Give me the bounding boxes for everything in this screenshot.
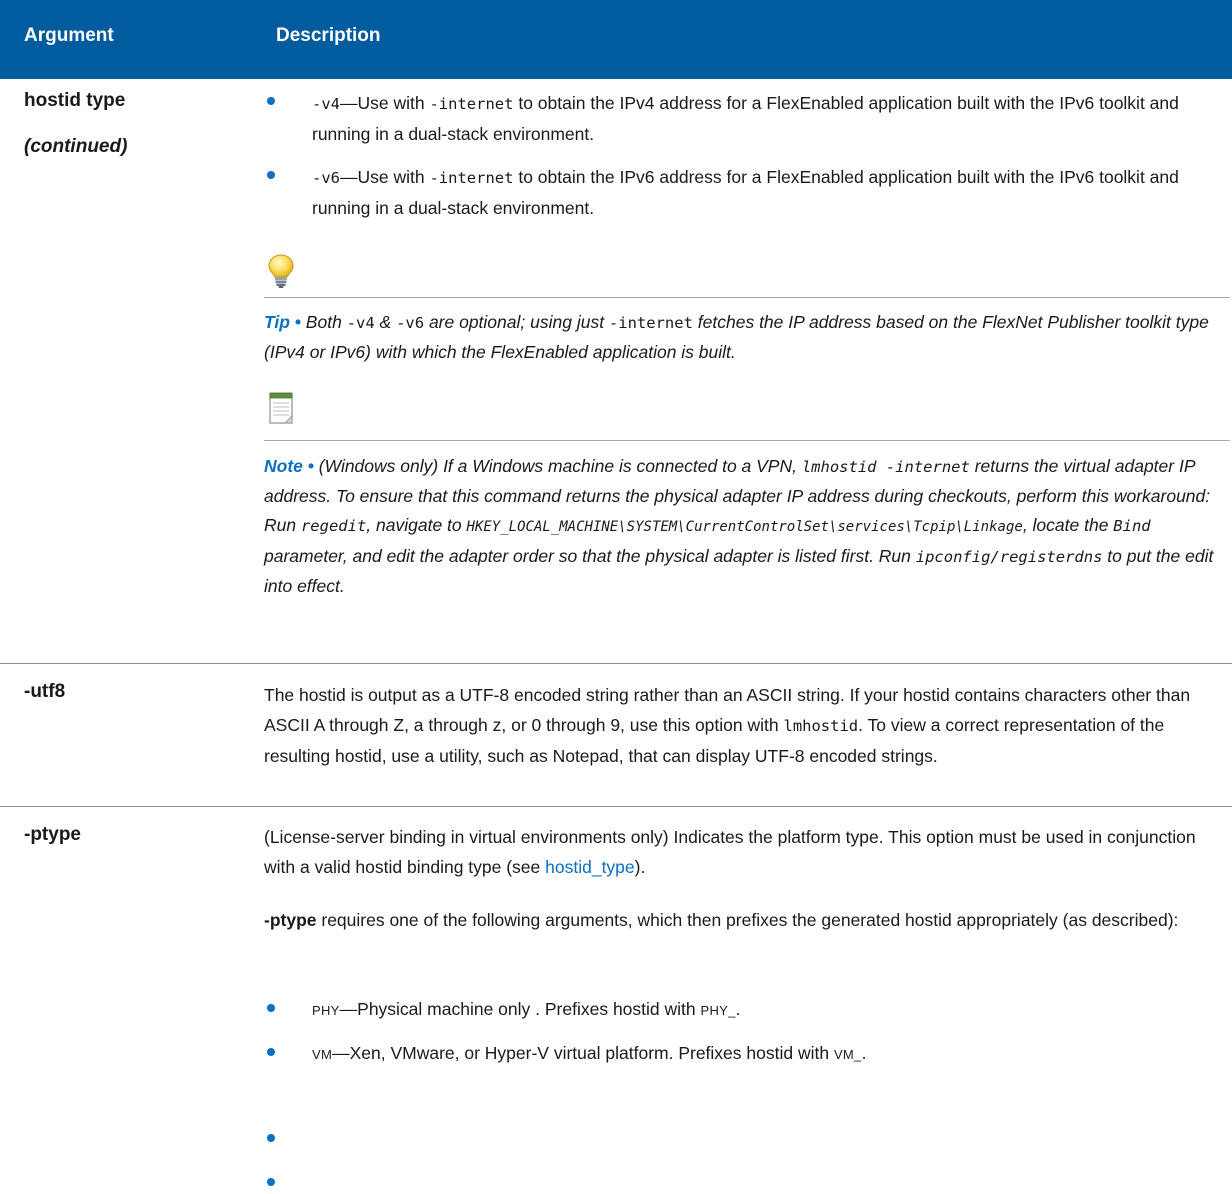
arg-utf8: -utf8	[24, 681, 66, 702]
bullet-dot	[267, 97, 275, 105]
list-item-v4: -v4—Use with -internet to obtain the IPv…	[264, 88, 1214, 149]
bullet-dot	[267, 171, 275, 179]
table-header: Argument Description	[0, 0, 1232, 79]
row-divider	[0, 663, 1232, 664]
notepad-icon	[269, 392, 293, 424]
arg-hostid-type: hostid type	[24, 90, 126, 111]
arg-continued: (continued)	[24, 136, 128, 157]
list-item-vm: VM—Xen, VMware, or Hyper-V virtual platf…	[264, 1039, 1214, 1069]
lightbulb-icon	[268, 254, 294, 288]
note-divider	[264, 440, 1230, 441]
bullet-dot-empty	[267, 1134, 275, 1142]
arg-ptype: -ptype	[24, 824, 81, 845]
bullet-dot-empty	[267, 1178, 275, 1186]
tip-divider	[264, 297, 1230, 298]
hostid-type-link[interactable]: hostid_type	[545, 857, 635, 877]
ptype-description: (License-server binding in virtual envir…	[264, 827, 1196, 877]
utf8-description: The hostid is output as a UTF-8 encoded …	[264, 685, 1191, 766]
row-divider	[0, 806, 1232, 807]
bullet-dot	[267, 1048, 275, 1056]
note-callout: Note • (Windows only) If a Windows machi…	[264, 456, 1214, 596]
list-item-v6: -v6—Use with -internet to obtain the IPv…	[264, 162, 1214, 223]
note-label: Note	[264, 456, 303, 476]
list-item-phy: PHY—Physical machine only . Prefixes hos…	[264, 995, 1214, 1025]
tip-label: Tip	[264, 312, 290, 332]
bullet-dot	[267, 1004, 275, 1012]
ptype-arguments-intro: -ptype requires one of the following arg…	[264, 910, 1179, 930]
header-argument: Argument	[24, 25, 114, 46]
header-description: Description	[276, 25, 381, 46]
tip-callout: Tip • Both -v4 & -v6 are optional; using…	[264, 312, 1209, 362]
